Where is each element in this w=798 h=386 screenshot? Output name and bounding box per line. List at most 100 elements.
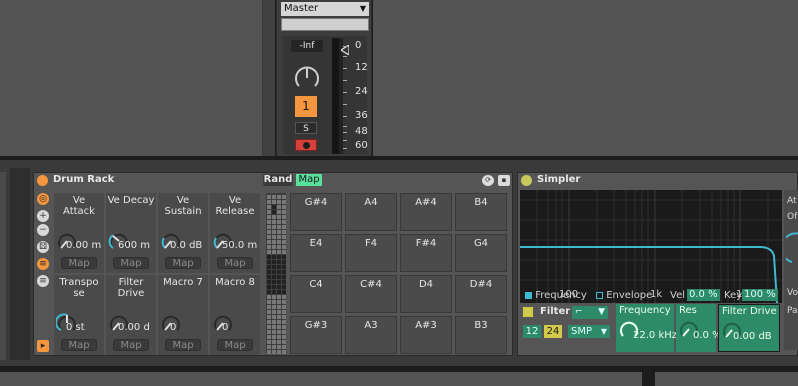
drum-pad[interactable]: B3	[455, 316, 507, 354]
record-icon	[303, 142, 310, 149]
pad-view-icon[interactable]: ≡	[37, 275, 49, 287]
drum-pad[interactable]: A#3	[400, 316, 452, 354]
drum-pad[interactable]: F#4	[400, 234, 452, 272]
macro-knob-1[interactable]: Ve Attack 0.00 m Map	[54, 193, 104, 273]
clip-panel	[373, 0, 798, 156]
slope-24-button[interactable]: 24	[544, 325, 562, 338]
macro-map-button[interactable]: Map	[113, 257, 149, 269]
filter-res-control[interactable]: Res 0.0 %	[676, 304, 722, 352]
drum-pad[interactable]: D#4	[455, 275, 507, 313]
macro-knob-6[interactable]: Filter Drive 0.00 d Map	[106, 275, 156, 355]
pad-overview-cell	[277, 275, 281, 279]
db-label-60: 60	[355, 140, 368, 151]
macro-knob-2[interactable]: Ve Decay 600 m Map	[106, 193, 156, 273]
pad-overview-cell	[272, 325, 276, 329]
drum-pad[interactable]: G#4	[290, 193, 342, 231]
db-tick	[343, 104, 347, 105]
drum-pad[interactable]: D4	[400, 275, 452, 313]
macro-name: Transpo se	[59, 277, 99, 299]
pad-overview-cell	[282, 255, 286, 259]
solo-button[interactable]: S	[295, 122, 317, 134]
remove-macro-icon[interactable]: −	[37, 224, 49, 236]
pad-overview-cell	[267, 230, 271, 234]
drum-pad[interactable]: F4	[345, 234, 397, 272]
drum-pad[interactable]: G#3	[290, 316, 342, 354]
macro-view-icon[interactable]: ◎	[37, 193, 49, 205]
vel-value[interactable]: 0.0 %	[687, 289, 720, 301]
drum-pad[interactable]: B4	[455, 193, 507, 231]
filter-shape-select[interactable]: ⌐ ▼	[572, 306, 608, 319]
chain-list-icon[interactable]: ≡	[37, 258, 49, 270]
volume-readout[interactable]: -Inf	[291, 40, 323, 52]
simpler-title-bar[interactable]: Simpler	[518, 173, 797, 188]
chain-mixer-toggle[interactable]	[10, 168, 30, 360]
right-label-of: Of	[787, 212, 798, 222]
map-mode-button[interactable]: Map	[296, 174, 322, 186]
show-pads-icon[interactable]: ▸	[37, 340, 49, 352]
drum-pad[interactable]: A#4	[400, 193, 452, 231]
drum-rack-title-bar[interactable]: Drum Rack Rand Map ⟳ ▪	[34, 173, 512, 188]
drum-pad[interactable]: C#4	[345, 275, 397, 313]
pad-overview-cell	[282, 280, 286, 284]
pad-overview-cell	[272, 305, 276, 309]
macro-map-button[interactable]: Map	[61, 257, 97, 269]
pad-overview-cell	[282, 345, 286, 349]
pad-overview-cell	[267, 210, 271, 214]
device-power-button[interactable]	[521, 175, 532, 186]
macro-knob-7[interactable]: Macro 7 0 Map	[158, 275, 208, 355]
db-tick	[343, 132, 347, 133]
pad-overview-cell	[272, 235, 276, 239]
filter-frequency-control[interactable]: Frequency 22.0 kHz	[616, 304, 677, 352]
pad-overview-cell	[277, 205, 281, 209]
pad-overview-cell	[277, 345, 281, 349]
macro-value: 0 st	[66, 322, 85, 333]
pad-overview-cell	[282, 330, 286, 334]
drum-pad[interactable]: A3	[345, 316, 397, 354]
output-routing-select[interactable]: Master ▼	[281, 2, 369, 16]
track-activator-button[interactable]: 1	[295, 96, 317, 117]
pad-overview[interactable]	[266, 193, 286, 354]
db-label-48: 48	[355, 126, 368, 137]
filter-drive-control[interactable]: Filter Drive 0.00 dB	[718, 304, 780, 352]
macro-map-button[interactable]: Map	[61, 339, 97, 351]
macro-map-button[interactable]: Map	[165, 339, 201, 351]
macro-knob-4[interactable]: Ve Release 50.0 m Map	[210, 193, 260, 273]
macro-map-button[interactable]: Map	[217, 339, 253, 351]
macro-knob-3[interactable]: Ve Sustain 0.0 dB Map	[158, 193, 208, 273]
drum-pad[interactable]: E4	[290, 234, 342, 272]
randomize-icon[interactable]: ⚄	[37, 241, 49, 253]
macro-map-button[interactable]: Map	[165, 257, 201, 269]
macro-name: Macro 8	[215, 277, 255, 288]
envelope-square-icon	[596, 291, 603, 299]
pad-overview-cell	[272, 210, 276, 214]
gain-knob[interactable]	[786, 230, 798, 270]
device-power-button[interactable]	[37, 175, 48, 186]
pad-overview-cell	[277, 220, 281, 224]
drum-pad[interactable]: C4	[290, 275, 342, 313]
rand-button[interactable]: Rand	[263, 174, 293, 186]
drum-pad[interactable]: A4	[345, 193, 397, 231]
save-preset-icon[interactable]: ▪	[498, 175, 510, 186]
macro-map-button[interactable]: Map	[217, 257, 253, 269]
key-value[interactable]: 100 %	[742, 289, 778, 301]
pad-overview-cell	[267, 250, 271, 254]
macro-knob-5[interactable]: Transpo se 0 st Map	[54, 275, 104, 355]
output-channel-select[interactable]	[281, 18, 369, 31]
filter-type-select[interactable]: SMP ▼	[568, 325, 610, 338]
bottom-panel-left	[0, 372, 642, 386]
hot-swap-icon[interactable]: ⟳	[482, 175, 494, 186]
pad-overview-cell	[282, 195, 286, 199]
macro-map-button[interactable]: Map	[113, 339, 149, 351]
envelope-toggle[interactable]: Envelope	[596, 290, 652, 301]
pad-overview-cell	[267, 315, 271, 319]
slope-12-button[interactable]: 12	[523, 325, 541, 338]
arm-button[interactable]	[295, 139, 317, 151]
drive-param-value: 0.00 dB	[733, 331, 772, 342]
drum-pad[interactable]: G4	[455, 234, 507, 272]
frequency-toggle[interactable]: Frequency	[525, 290, 587, 301]
filter-display[interactable]: 100 1k 10k	[520, 190, 782, 304]
add-macro-icon[interactable]: +	[37, 210, 49, 222]
macro-knob-8[interactable]: Macro 8 0 Map	[210, 275, 260, 355]
filter-enable-toggle[interactable]	[523, 307, 533, 317]
pan-knob[interactable]	[293, 64, 321, 92]
